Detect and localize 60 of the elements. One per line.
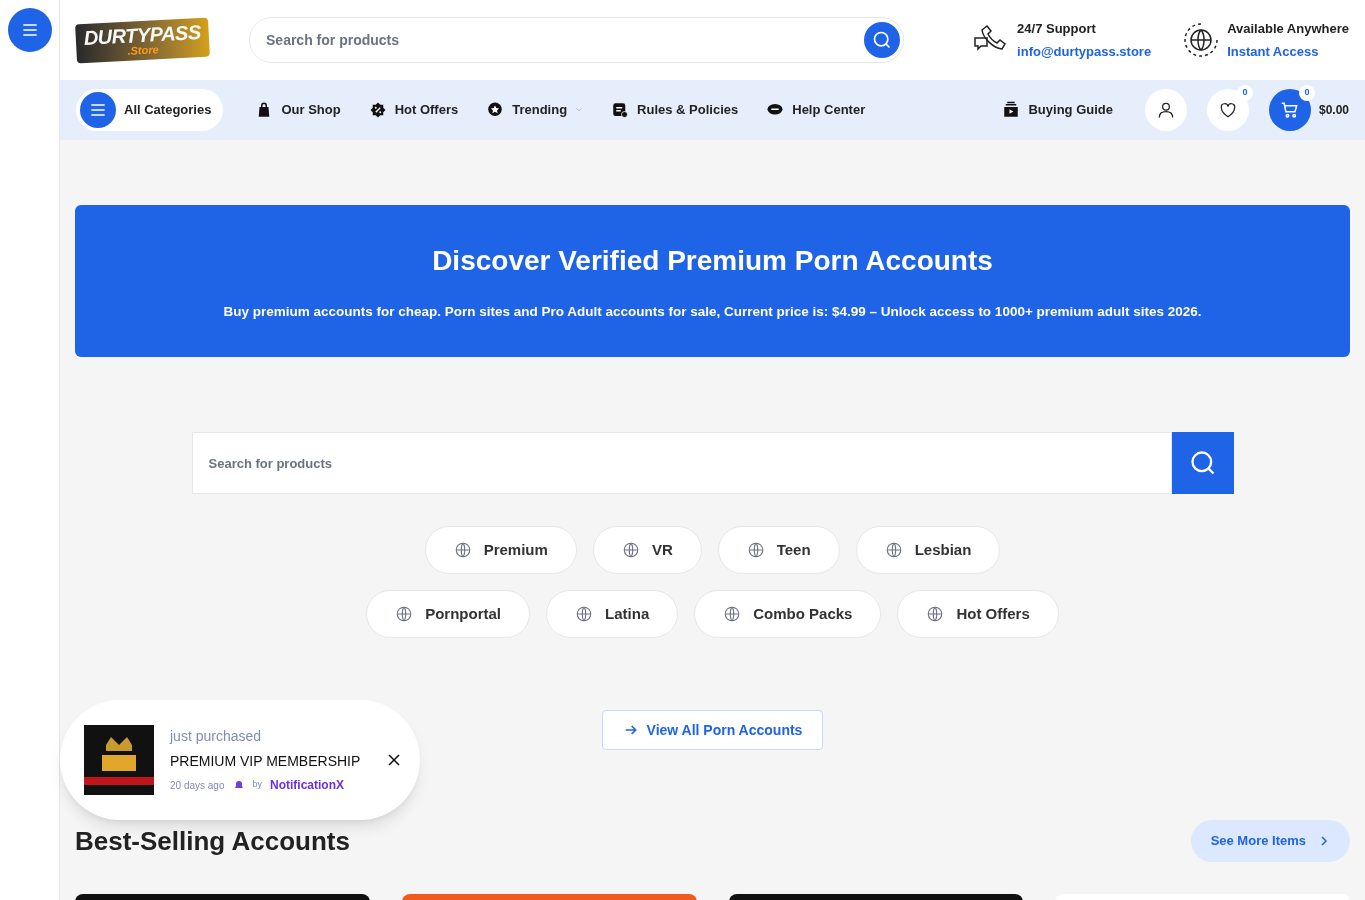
by-label: by	[252, 778, 262, 792]
category-tag[interactable]: Premium	[424, 526, 577, 574]
hero-title: Discover Verified Premium Porn Accounts	[432, 243, 993, 278]
account-button[interactable]	[1144, 89, 1187, 131]
document-icon	[611, 101, 630, 119]
cart-button[interactable]	[1268, 89, 1311, 131]
count-badge: 0	[1236, 85, 1253, 101]
brand-link[interactable]: NotificationX	[270, 776, 344, 794]
nav-link[interactable]: Hot Offers	[368, 100, 459, 120]
section-title: Best-Selling Accounts	[75, 824, 350, 858]
logo[interactable]: DURTYPASS .Store	[75, 17, 210, 63]
nav-link[interactable]: Our Shop	[255, 100, 341, 120]
time-ago: 20 days ago	[170, 778, 225, 793]
product-name: PREMIUM VIP MEMBERSHIP	[170, 752, 362, 771]
star-badge-icon	[486, 101, 505, 119]
category-tag[interactable]: Teen	[717, 526, 840, 574]
globe-icon	[746, 541, 765, 559]
cart-icon	[1279, 100, 1300, 120]
chevron-right-icon	[1318, 835, 1330, 847]
nav-link[interactable]: Rules & Policies	[611, 100, 739, 120]
hero-text: Buy premium accounts for cheap. Porn sites and Pro Adult accounts for sale, Current price is: $4.99 – Unlock access to 1000+ premium adult sites 2026.	[223, 302, 1202, 321]
globe-icon	[723, 605, 742, 623]
cart-total: $0.00	[1318, 102, 1349, 119]
globe-icon	[926, 605, 945, 623]
globe-icon	[453, 541, 472, 559]
count-badge: 0	[1298, 85, 1315, 101]
bell-icon	[232, 779, 245, 791]
search-field[interactable]: Search for products	[191, 432, 1172, 494]
category-tag[interactable]: Combo Packs	[694, 590, 882, 638]
globe-icon	[1183, 22, 1220, 58]
search-button[interactable]	[1171, 432, 1234, 494]
category-tag[interactable]: Latina	[546, 590, 679, 638]
category-tag[interactable]: Hot Offers	[897, 590, 1059, 638]
category-tag[interactable]: Pornportal	[366, 590, 531, 638]
percent-badge-icon	[368, 101, 387, 119]
globe-icon	[395, 605, 414, 623]
info-link[interactable]: info@durtypass.store	[1017, 42, 1152, 62]
globe-icon	[575, 605, 594, 623]
wishlist-button[interactable]	[1206, 89, 1249, 131]
nav-link[interactable]: Trending	[486, 100, 584, 120]
search-button[interactable]	[864, 22, 900, 58]
info-link[interactable]: Instant Access	[1227, 42, 1349, 62]
search-icon	[1188, 449, 1217, 477]
close-icon	[388, 754, 400, 766]
buying-guide-link[interactable]: Buying Guide	[1002, 100, 1113, 120]
globe-icon	[884, 541, 903, 559]
category-tag[interactable]: VR	[592, 526, 702, 574]
search-field[interactable]: Search for products	[249, 17, 904, 63]
cards-icon	[1002, 101, 1021, 119]
info-title: Available Anywhere	[1227, 19, 1349, 38]
info-title: 24/7 Support	[1017, 19, 1097, 38]
view-all-button[interactable]: View All Porn Accounts	[601, 710, 824, 750]
globe-icon	[621, 541, 640, 559]
nav-link[interactable]: Help Center	[766, 100, 866, 120]
all-categories-button[interactable]: All Categories	[76, 89, 224, 131]
side-menu-button[interactable]	[7, 8, 52, 52]
see-more-button[interactable]: See More Items	[1190, 820, 1350, 862]
search-icon	[872, 30, 892, 50]
category-tag[interactable]: Lesbian	[855, 526, 1001, 574]
notification-label: just purchased	[170, 727, 263, 746]
